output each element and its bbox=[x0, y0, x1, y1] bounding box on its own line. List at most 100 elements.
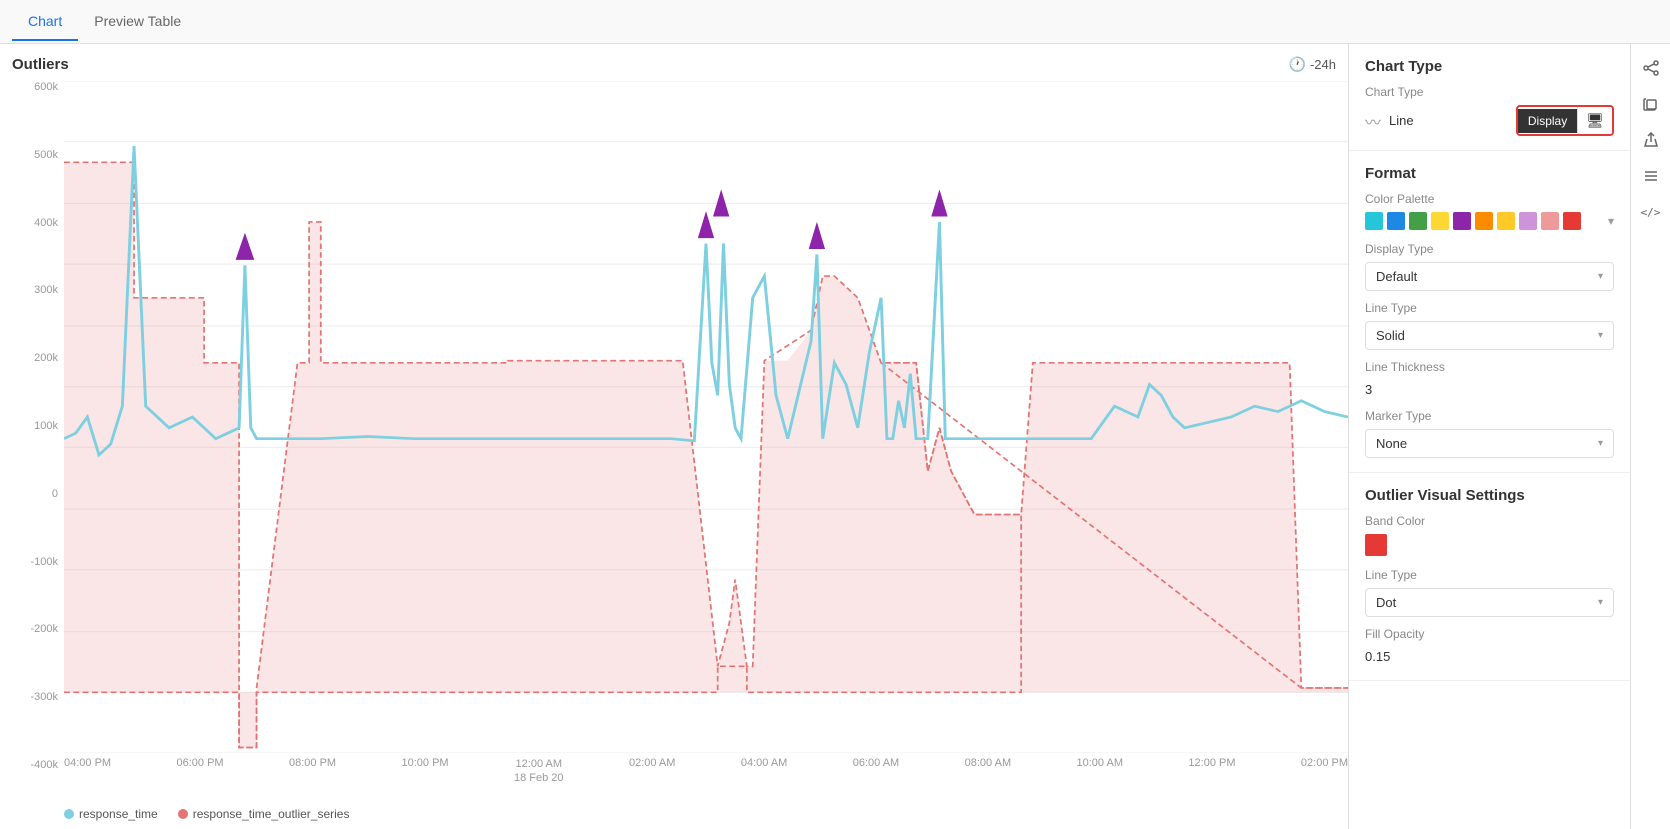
chart-header: Outliers 🕐 -24h bbox=[12, 56, 1348, 73]
x-label-9: 10:00 AM bbox=[1077, 757, 1123, 769]
y-axis: 600k 500k 400k 300k 200k 100k 0 -100k -2… bbox=[12, 81, 64, 771]
marker-type-chevron-icon: ▾ bbox=[1598, 438, 1603, 449]
line-type-field: Line Type Solid ▾ bbox=[1365, 301, 1614, 350]
x-label-0: 04:00 PM bbox=[64, 757, 111, 769]
time-range-value: -24h bbox=[1310, 57, 1336, 72]
line-chart-icon: 〰 bbox=[1365, 109, 1381, 133]
chart-type-row: 〰 Line Display 🖥 bbox=[1365, 105, 1614, 136]
color-swatch-1[interactable] bbox=[1387, 212, 1405, 230]
x-label-6: 04:00 AM bbox=[741, 757, 787, 769]
chart-time: 🕐 -24h bbox=[1289, 56, 1336, 73]
outlier-line-type-label: Line Type bbox=[1365, 568, 1614, 582]
line-type-dropdown[interactable]: Solid ▾ bbox=[1365, 321, 1614, 350]
outlier-line-type-chevron-icon: ▾ bbox=[1598, 597, 1603, 608]
legend-label-outlier: response_time_outlier_series bbox=[193, 807, 350, 821]
color-swatch-6[interactable] bbox=[1497, 212, 1515, 230]
x-label-5: 02:00 AM bbox=[629, 757, 675, 769]
legend-item-outlier: response_time_outlier_series bbox=[178, 807, 350, 821]
display-btn-group[interactable]: Display 🖥 bbox=[1516, 105, 1614, 136]
monitor-button[interactable]: 🖥 bbox=[1577, 107, 1612, 134]
y-label-400k: 400k bbox=[34, 217, 58, 229]
legend-dot-outlier bbox=[178, 809, 188, 819]
outlier-line-type-dropdown[interactable]: Dot ▾ bbox=[1365, 588, 1614, 617]
marker-type-value: None bbox=[1376, 436, 1407, 451]
x-label-3: 10:00 PM bbox=[402, 757, 449, 769]
fill-opacity-value: 0.15 bbox=[1365, 647, 1614, 666]
line-type-label: Line Type bbox=[1365, 301, 1614, 315]
display-type-value: Default bbox=[1376, 269, 1417, 284]
color-swatch-9[interactable] bbox=[1563, 212, 1581, 230]
y-label-100k: 100k bbox=[34, 420, 58, 432]
color-swatch-3[interactable] bbox=[1431, 212, 1449, 230]
y-label-0: 0 bbox=[52, 488, 58, 500]
display-type-field: Display Type Default ▾ bbox=[1365, 242, 1614, 291]
line-thickness-field: Line Thickness 3 bbox=[1365, 360, 1614, 399]
marker-type-dropdown[interactable]: None ▾ bbox=[1365, 429, 1614, 458]
x-axis: 04:00 PM 06:00 PM 08:00 PM 10:00 PM 12:0… bbox=[64, 753, 1348, 801]
outlier-section-title: Outlier Visual Settings bbox=[1365, 487, 1614, 504]
y-label-500k: 500k bbox=[34, 149, 58, 161]
format-section-title: Format bbox=[1365, 165, 1614, 182]
x-label-8: 08:00 AM bbox=[965, 757, 1011, 769]
chart-type-field-label: Chart Type bbox=[1365, 85, 1614, 99]
legend-dot-response-time bbox=[64, 809, 74, 819]
right-panel: Chart Type Chart Type 〰 Line Display 🖥 F… bbox=[1348, 44, 1630, 829]
color-swatch-2[interactable] bbox=[1409, 212, 1427, 230]
format-section: Format Color Palette ▾ Display Ty bbox=[1349, 151, 1630, 473]
x-label-10: 12:00 PM bbox=[1188, 757, 1235, 769]
clock-icon: 🕐 bbox=[1289, 56, 1306, 73]
y-label-300k: 300k bbox=[34, 284, 58, 296]
outlier-line-type-field: Line Type Dot ▾ bbox=[1365, 568, 1614, 617]
line-thickness-label: Line Thickness bbox=[1365, 360, 1614, 374]
main-layout: Outliers 🕐 -24h 600k 500k 400k 300k 200k… bbox=[0, 44, 1670, 829]
y-label-neg400k: -400k bbox=[30, 759, 58, 771]
chart-title: Outliers bbox=[12, 56, 69, 73]
band-color-label: Band Color bbox=[1365, 514, 1614, 528]
y-label-600k: 600k bbox=[34, 81, 58, 93]
chart-legend: response_time response_time_outlier_seri… bbox=[12, 801, 1348, 821]
export-icon[interactable] bbox=[1635, 124, 1667, 156]
x-label-4: 12:00 AM18 Feb 20 bbox=[514, 757, 564, 786]
icon-sidebar: </> bbox=[1630, 44, 1670, 829]
x-label-1: 06:00 PM bbox=[177, 757, 224, 769]
x-label-11: 02:00 PM bbox=[1301, 757, 1348, 769]
y-label-neg100k: -100k bbox=[30, 556, 58, 568]
palette-chevron-icon[interactable]: ▾ bbox=[1608, 214, 1614, 228]
color-swatch-5[interactable] bbox=[1475, 212, 1493, 230]
display-button[interactable]: Display bbox=[1518, 109, 1577, 133]
band-color-swatch[interactable] bbox=[1365, 534, 1387, 556]
line-type-value: Solid bbox=[1376, 328, 1405, 343]
marker-type-label: Marker Type bbox=[1365, 409, 1614, 423]
tab-preview-table[interactable]: Preview Table bbox=[78, 3, 197, 41]
x-label-7: 06:00 AM bbox=[853, 757, 899, 769]
display-type-chevron-icon: ▾ bbox=[1598, 271, 1603, 282]
chart-area: Outliers 🕐 -24h 600k 500k 400k 300k 200k… bbox=[0, 44, 1348, 829]
display-type-label: Display Type bbox=[1365, 242, 1614, 256]
chart-type-section-title: Chart Type bbox=[1365, 58, 1614, 75]
color-swatch-0[interactable] bbox=[1365, 212, 1383, 230]
color-swatch-7[interactable] bbox=[1519, 212, 1537, 230]
legend-label-response-time: response_time bbox=[79, 807, 158, 821]
fill-opacity-label: Fill Opacity bbox=[1365, 627, 1614, 641]
legend-item-response-time: response_time bbox=[64, 807, 158, 821]
outlier-section: Outlier Visual Settings Band Color Line … bbox=[1349, 473, 1630, 681]
display-type-dropdown[interactable]: Default ▾ bbox=[1365, 262, 1614, 291]
chart-canvas bbox=[64, 81, 1348, 753]
x-label-2: 08:00 PM bbox=[289, 757, 336, 769]
y-label-neg300k: -300k bbox=[30, 691, 58, 703]
copy-icon[interactable] bbox=[1635, 88, 1667, 120]
list-icon[interactable] bbox=[1635, 160, 1667, 192]
color-palette[interactable]: ▾ bbox=[1365, 212, 1614, 230]
color-palette-label: Color Palette bbox=[1365, 192, 1614, 206]
tab-chart[interactable]: Chart bbox=[12, 3, 78, 41]
color-swatch-8[interactable] bbox=[1541, 212, 1559, 230]
chart-type-section: Chart Type Chart Type 〰 Line Display 🖥 bbox=[1349, 44, 1630, 151]
line-type-chevron-icon: ▾ bbox=[1598, 330, 1603, 341]
y-label-200k: 200k bbox=[34, 352, 58, 364]
chart-wrapper: 600k 500k 400k 300k 200k 100k 0 -100k -2… bbox=[12, 81, 1348, 801]
share-icon[interactable] bbox=[1635, 52, 1667, 84]
color-swatch-4[interactable] bbox=[1453, 212, 1471, 230]
marker-type-field: Marker Type None ▾ bbox=[1365, 409, 1614, 458]
y-label-neg200k: -200k bbox=[30, 623, 58, 635]
code-icon[interactable]: </> bbox=[1635, 196, 1667, 228]
